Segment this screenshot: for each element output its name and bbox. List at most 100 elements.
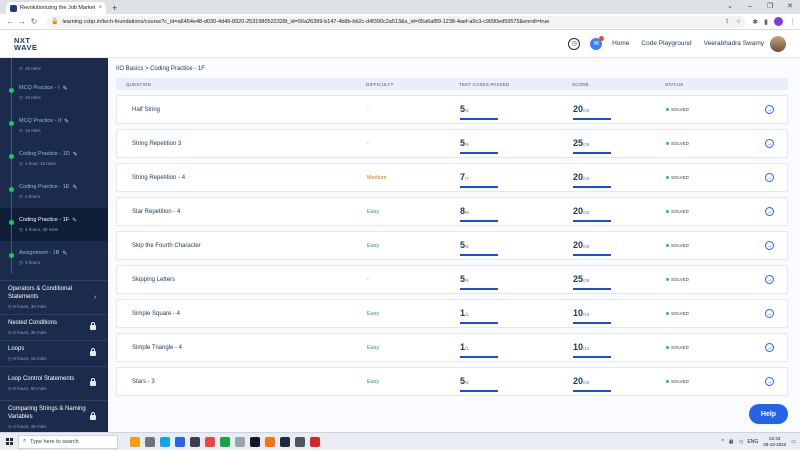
col-question: QUESTION xyxy=(126,81,152,87)
arrow-right-icon[interactable]: → xyxy=(765,105,774,114)
score: 10/10 xyxy=(573,303,611,324)
star-icon[interactable]: ☆ xyxy=(736,18,741,25)
table-row[interactable]: String Repetition 3 - 5/5 25/25 SOLVED → xyxy=(116,129,788,158)
arrow-right-icon[interactable]: → xyxy=(765,377,774,386)
progress-bar xyxy=(573,356,611,358)
taskbar-search-input[interactable]: ⌕ Type here to search xyxy=(18,434,118,449)
new-tab-button[interactable]: + xyxy=(112,2,117,14)
volume-icon[interactable]: ◁ xyxy=(739,439,743,445)
sidebar-item[interactable]: MCQ Practice - II ✎ ◷ 16 mins xyxy=(0,109,108,142)
close-window-icon[interactable]: ✕ xyxy=(780,0,800,14)
nav-home[interactable]: Home xyxy=(612,40,629,47)
taskbar-app-icon[interactable] xyxy=(130,436,140,447)
progress-bar xyxy=(460,356,498,358)
reload-icon[interactable]: ↻ xyxy=(28,17,40,26)
nxtwave-logo[interactable]: NXT WAVE xyxy=(14,36,38,51)
chrome-active-icon[interactable] xyxy=(310,436,320,447)
question-name: Skip the Fourth Character xyxy=(132,242,201,249)
file-icon[interactable] xyxy=(235,436,245,447)
extensions-icon[interactable]: ✱ xyxy=(752,18,758,26)
completed-dot-icon xyxy=(9,253,14,258)
browser-tab[interactable]: Revolutionizing the Job Market | × xyxy=(6,2,106,14)
progress-bar xyxy=(460,186,498,188)
arrow-right-icon[interactable]: → xyxy=(765,173,774,182)
table-row[interactable]: Skip the Fourth Character Easy 5/5 20/20 SOL… xyxy=(116,231,788,260)
chrome-icon[interactable] xyxy=(205,436,215,447)
arrow-right-icon[interactable]: → xyxy=(765,275,774,284)
table-row[interactable]: String Repetition - 4 Medium 7/7 20/20 SOLVE… xyxy=(116,163,788,192)
tray-chevron-icon[interactable]: ^ xyxy=(721,439,723,445)
sidebar-item-top[interactable]: ◷ 15 mins xyxy=(0,58,108,76)
arrow-right-icon[interactable]: → xyxy=(765,343,774,352)
arrow-right-icon[interactable]: → xyxy=(765,139,774,148)
maximize-icon[interactable]: ❐ xyxy=(760,0,780,14)
arrow-right-icon[interactable]: → xyxy=(765,207,774,216)
sidebar-item[interactable]: Coding Practice - 1E ✎ ◷ 2 hours xyxy=(0,175,108,208)
profile-icon[interactable] xyxy=(774,17,783,26)
nav-code-playground[interactable]: Code Playground xyxy=(641,40,691,47)
chevron-down-icon[interactable]: ⌄ xyxy=(720,0,740,14)
forward-icon[interactable]: → xyxy=(16,17,28,26)
firefox-icon[interactable] xyxy=(265,436,275,447)
edge-icon[interactable] xyxy=(160,436,170,447)
media-icon[interactable] xyxy=(250,436,260,447)
status-badge: SOLVED xyxy=(666,209,765,214)
sidebar-section[interactable]: Comparing Strings & Naming Variables ◷ 4 … xyxy=(0,400,108,434)
windows-start-icon[interactable] xyxy=(0,438,18,445)
difficulty: Easy xyxy=(367,378,380,385)
lang-indicator[interactable]: ENG xyxy=(747,439,758,445)
sidebar-section[interactable]: Operators & Conditional Statements ◷ 8 ho… xyxy=(0,280,108,314)
score: 20/20 xyxy=(573,99,611,120)
sidebar-item[interactable]: Coding Practice - 1D ✎ ◷ 1 hour, 15 mins xyxy=(0,142,108,175)
sidebar-item-meta: ◷ 3 hours xyxy=(19,259,40,266)
table-row[interactable]: Half String - 5/5 20/20 SOLVED → xyxy=(116,95,788,124)
help-button[interactable]: Help xyxy=(749,404,788,424)
arrow-right-icon[interactable]: → xyxy=(765,241,774,250)
lock-icon[interactable]: 🔒 xyxy=(51,18,58,25)
store-icon[interactable] xyxy=(175,436,185,447)
back-icon[interactable]: ← xyxy=(4,17,16,26)
test-cases-passed: 8/8 xyxy=(460,201,498,222)
streak-icon[interactable]: ◷ xyxy=(568,37,581,50)
arrow-right-icon[interactable]: → xyxy=(765,309,774,318)
status-badge: SOLVED xyxy=(666,175,765,180)
sidebar-item[interactable]: Coding Practice - 1F ✎ ◷ 2 hours, 30 mins xyxy=(0,208,108,241)
sidebar-item-label: Coding Practice - 1F xyxy=(19,217,70,223)
task-view-icon[interactable] xyxy=(145,436,155,447)
status-badge: SOLVED xyxy=(666,311,765,316)
sidebar-section[interactable]: Loops ◷ 8 hours, 15 mins xyxy=(0,340,108,366)
minimize-icon[interactable]: – xyxy=(740,0,760,14)
sidebar-section[interactable]: Nested Conditions ◷ 5 hours, 35 mins xyxy=(0,314,108,340)
notifications-icon[interactable]: ▭ xyxy=(791,439,796,445)
completed-dot-icon xyxy=(9,187,14,192)
table-row[interactable]: Simple Triangle - 4 Easy 1/1 10/10 SOLVED → xyxy=(116,333,788,362)
section-meta: ◷ 8 hours, 50 mins xyxy=(8,386,47,391)
network-icon[interactable]: ▦ xyxy=(729,439,734,445)
sidebar-section[interactable]: Loop Control Statements ◷ 8 hours, 50 min… xyxy=(0,366,108,400)
table-row[interactable]: Stars - 3 Easy 5/5 20/20 SOLVED → xyxy=(116,367,788,396)
sidebar-toggle-icon[interactable]: ▮ xyxy=(764,18,768,26)
mail-icon[interactable] xyxy=(190,436,200,447)
user-name[interactable]: Veerabhadra Swamy xyxy=(704,40,764,47)
sidebar-item-meta: ◷ 16 mins xyxy=(19,127,41,134)
url-input[interactable]: 🔒 learning.ccbp.in/tech-foundations/cour… xyxy=(46,15,747,28)
section-meta: ◷ 8 hours, 30 mins xyxy=(8,304,47,309)
table-row[interactable]: Skipping Letters - 5/5 25/25 SOLVED → xyxy=(116,265,788,294)
progress-bar xyxy=(573,118,611,120)
progress-bar xyxy=(460,254,498,256)
avatar[interactable] xyxy=(770,35,786,52)
table-row[interactable]: Star Repetition - 4 Easy 8/8 20/20 SOLVED → xyxy=(116,197,788,226)
tab-close-icon[interactable]: × xyxy=(98,5,102,11)
notification-icon[interactable]: ✉ xyxy=(590,35,605,50)
status-badge: SOLVED xyxy=(666,277,765,282)
sidebar-item[interactable]: Assignment - 1B ✎ ◷ 3 hours xyxy=(0,241,108,274)
table-row[interactable]: Simple Square - 4 Easy 1/1 10/10 SOLVED → xyxy=(116,299,788,328)
menu-icon[interactable]: ⋮ xyxy=(789,18,796,26)
clock[interactable]: 22:43 28-12-2022 xyxy=(763,436,786,448)
sidebar-item[interactable]: MCQ Practice - I ✎ ◷ 10 mins xyxy=(0,76,108,109)
app-gray-icon[interactable] xyxy=(295,436,305,447)
app-green-icon[interactable] xyxy=(220,436,230,447)
share-icon[interactable]: ⇪ xyxy=(725,18,730,25)
system-tray: ^ ▦ ◁ ENG 22:43 28-12-2022 ▭ xyxy=(721,436,800,448)
app-dark-icon[interactable] xyxy=(280,436,290,447)
